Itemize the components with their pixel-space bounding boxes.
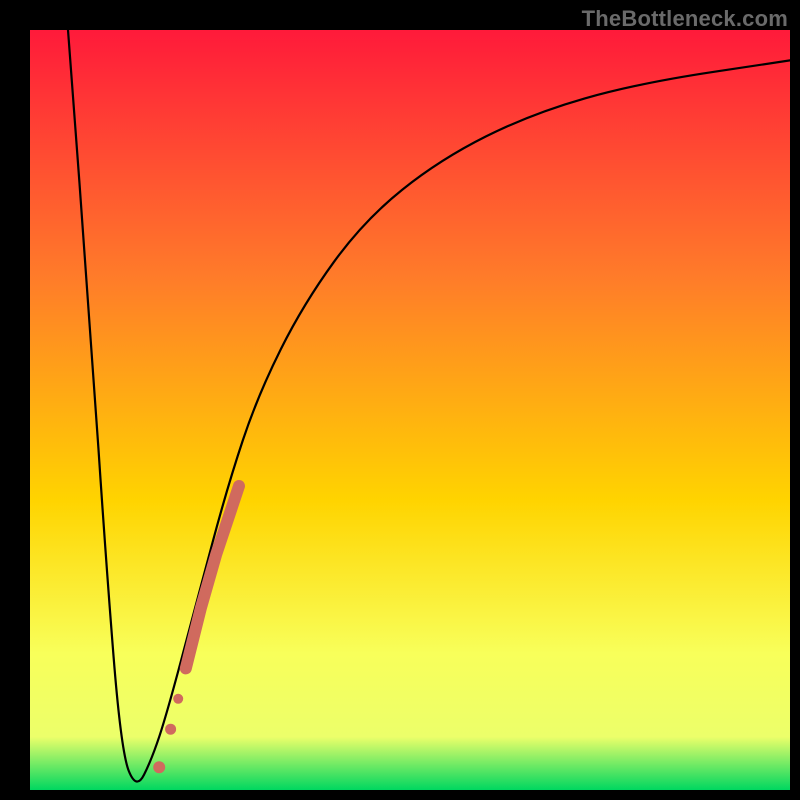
chart-frame [30, 30, 790, 790]
marker-dot [153, 761, 165, 773]
marker-segment [186, 486, 239, 668]
watermark-text: TheBottleneck.com [582, 6, 788, 32]
marker-dot [165, 724, 176, 735]
bottleneck-curve [30, 30, 790, 790]
marker-dot [173, 694, 183, 704]
